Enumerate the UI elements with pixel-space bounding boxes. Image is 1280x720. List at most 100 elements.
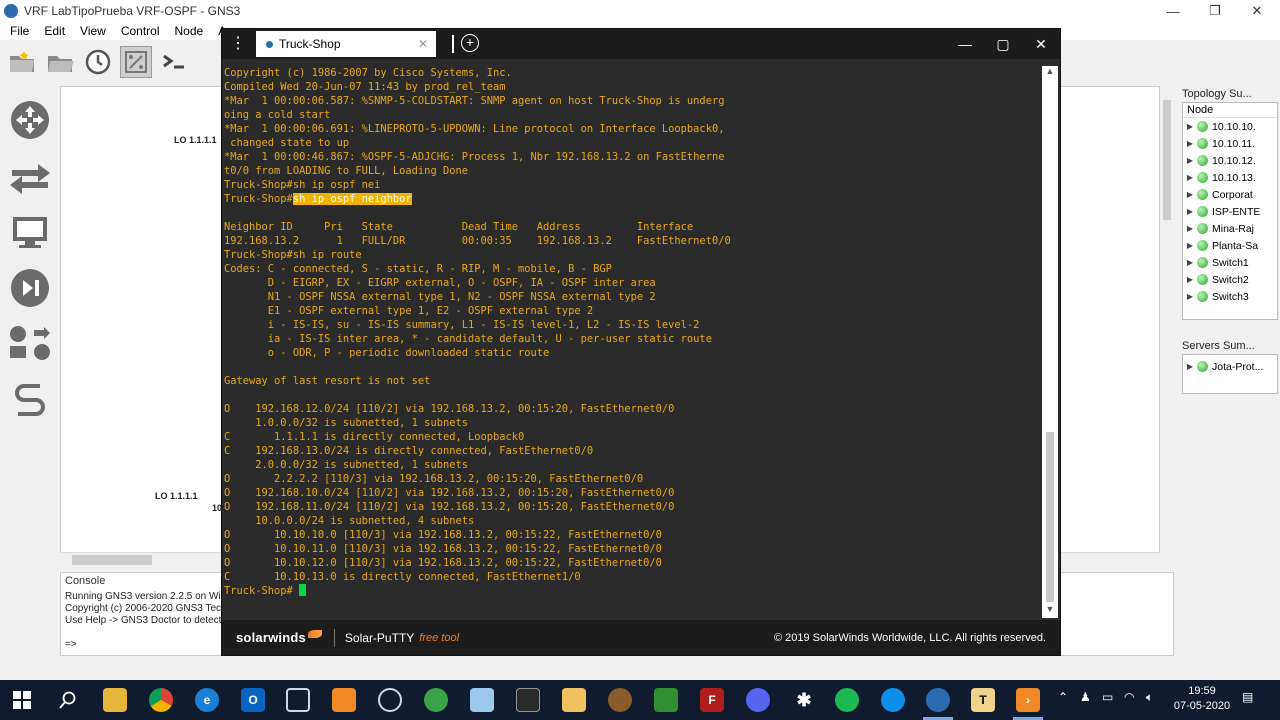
expand-arrow-icon[interactable]: ▶	[1183, 224, 1197, 233]
putty-minimize-icon[interactable]: —	[956, 35, 974, 53]
gns3-icon[interactable]	[926, 688, 950, 712]
outlook-icon[interactable]: O	[241, 688, 265, 712]
node-list-item[interactable]: ▶ 10.10.11.	[1183, 135, 1277, 152]
app-bird-icon[interactable]	[608, 688, 632, 712]
expand-arrow-icon[interactable]: ▶	[1183, 139, 1197, 148]
add-link-icon[interactable]	[8, 378, 52, 422]
terminal-line-highlighted-command: Truck-Shop#sh ip ospf neighbor	[224, 192, 1042, 206]
console-prompt[interactable]: =>	[65, 639, 77, 650]
node-status-icon	[1197, 189, 1208, 200]
people-icon[interactable]: ♟	[1080, 690, 1091, 704]
node-column-header: Node	[1183, 103, 1277, 118]
filezilla-icon[interactable]: F	[700, 688, 724, 712]
node-name: Switch2	[1212, 273, 1249, 286]
expand-arrow-icon[interactable]: ▶	[1183, 122, 1197, 131]
expand-arrow-icon[interactable]: ▶	[1183, 241, 1197, 250]
switches-icon[interactable]	[8, 154, 52, 198]
chrome-icon[interactable]	[149, 688, 173, 712]
notifications-icon[interactable]: ▤	[1242, 690, 1253, 704]
app-dark-icon[interactable]	[516, 688, 540, 712]
node-name: 10.10.10.	[1212, 120, 1256, 133]
all-devices-icon[interactable]	[8, 322, 52, 366]
menu-file[interactable]: File	[10, 24, 29, 38]
tab-close-icon[interactable]: ✕	[418, 37, 428, 51]
node-list-item[interactable]: ▶ Switch1	[1183, 254, 1277, 271]
app-t-icon[interactable]: T	[971, 688, 995, 712]
minimize-icon[interactable]: —	[1150, 0, 1196, 22]
menu-node[interactable]: Node	[175, 24, 204, 38]
app-network-icon[interactable]	[470, 688, 494, 712]
scroll-thumb[interactable]	[1046, 432, 1054, 602]
expand-arrow-icon[interactable]: ▶	[1183, 292, 1197, 301]
tray-expand-icon[interactable]: ⌃	[1058, 690, 1068, 704]
start-icon[interactable]	[10, 688, 34, 712]
expand-arrow-icon[interactable]: ▶	[1183, 173, 1197, 182]
menu-kebab-icon[interactable]: ⋮	[230, 35, 246, 53]
node-list-item[interactable]: ▶ Switch3	[1183, 288, 1277, 305]
app-circle-icon[interactable]	[378, 688, 402, 712]
expand-arrow-icon[interactable]: ▶	[1183, 275, 1197, 284]
expand-arrow-icon[interactable]: ▶	[1183, 362, 1197, 371]
app-green-icon[interactable]	[424, 688, 448, 712]
discord-icon[interactable]	[746, 688, 770, 712]
terminal-line: *Mar 1 00:00:46.867: %OSPF-5-ADJCHG: Pro…	[224, 151, 725, 163]
console-all-icon[interactable]	[158, 46, 190, 78]
scroll-up-icon[interactable]: ▲	[1042, 66, 1058, 80]
app-cube-icon[interactable]	[286, 688, 310, 712]
terminal-line: Compiled Wed 20-Jun-07 11:43 by prod_rel…	[224, 81, 506, 93]
new-session-icon[interactable]: +	[461, 34, 479, 52]
node-list-item[interactable]: ▶ ISP-ENTE	[1183, 203, 1277, 220]
volume-icon[interactable]: 🔈︎	[1146, 690, 1153, 705]
app-orange-icon[interactable]	[332, 688, 356, 712]
terminal-output[interactable]: Copyright (c) 1986-2007 by Cisco Systems…	[224, 66, 1042, 618]
menu-view[interactable]: View	[80, 24, 106, 38]
node-list-item[interactable]: ▶ Jota-Prot...	[1183, 358, 1277, 375]
scroll-down-icon[interactable]: ▼	[1042, 604, 1058, 618]
expand-arrow-icon[interactable]: ▶	[1183, 156, 1197, 165]
canvas-vertical-scrollbar[interactable]	[1160, 86, 1174, 552]
open-project-icon[interactable]	[44, 46, 76, 78]
node-list-item[interactable]: ▶ 10.10.12.	[1183, 152, 1277, 169]
node-name: ISP-ENTE	[1212, 205, 1261, 218]
node-list-item[interactable]: ▶ Mina-Raj	[1183, 220, 1277, 237]
app-folder-icon[interactable]	[562, 688, 586, 712]
battery-icon[interactable]: ▭	[1102, 690, 1113, 704]
expand-arrow-icon[interactable]: ▶	[1183, 190, 1197, 199]
snapshot-clock-icon[interactable]	[82, 46, 114, 78]
expand-arrow-icon[interactable]: ▶	[1183, 258, 1197, 267]
node-list-item[interactable]: ▶ Corporat	[1183, 186, 1277, 203]
search-icon[interactable]	[56, 688, 80, 712]
app-game-icon[interactable]	[654, 688, 678, 712]
new-project-icon[interactable]	[6, 46, 38, 78]
system-clock[interactable]: 19:59 07-05-2020	[1172, 684, 1232, 714]
terminal-cursor[interactable]	[299, 584, 307, 596]
maximize-icon[interactable]: ❐	[1192, 0, 1238, 22]
tab-truck-shop[interactable]: Truck-Shop ✕	[256, 31, 436, 57]
node-list-item[interactable]: ▶ Switch2	[1183, 271, 1277, 288]
expand-arrow-icon[interactable]: ▶	[1183, 207, 1197, 216]
putty-icon[interactable]: ›	[1016, 688, 1040, 712]
terminal-scrollbar[interactable]: ▲ ▼	[1042, 66, 1058, 618]
wifi-icon[interactable]: ◠	[1124, 690, 1134, 704]
node-list-item[interactable]: ▶ 10.10.10.	[1183, 118, 1277, 135]
teamviewer-icon[interactable]	[881, 688, 905, 712]
close-icon[interactable]: ✕	[1234, 0, 1280, 22]
spotify-icon[interactable]	[835, 688, 859, 712]
node-list-item[interactable]: ▶ Planta-Sa	[1183, 237, 1277, 254]
terminal-line: O 192.168.11.0/24 [110/2] via 192.168.13…	[224, 501, 675, 513]
file-explorer-icon[interactable]	[103, 688, 127, 712]
show-interface-labels-icon[interactable]	[120, 46, 152, 78]
putty-maximize-icon[interactable]: ▢	[994, 35, 1012, 53]
security-devices-icon[interactable]	[8, 266, 52, 310]
menu-edit[interactable]: Edit	[44, 24, 65, 38]
node-list-item[interactable]: ▶ 10.10.13.	[1183, 169, 1277, 186]
terminal-line: oing a cold start	[224, 109, 331, 121]
edge-icon[interactable]: e	[195, 688, 219, 712]
menu-control[interactable]: Control	[121, 24, 160, 38]
end-devices-icon[interactable]	[8, 210, 52, 254]
app-gear-icon[interactable]: ✱	[792, 688, 816, 712]
putty-close-icon[interactable]: ✕	[1032, 35, 1050, 53]
solar-putty-window: ⋮ Truck-Shop ✕ + — ▢ ✕ Copyright (c) 198…	[221, 28, 1061, 656]
routers-icon[interactable]	[8, 98, 52, 142]
servers-summary-list: ▶ Jota-Prot...	[1182, 354, 1278, 394]
